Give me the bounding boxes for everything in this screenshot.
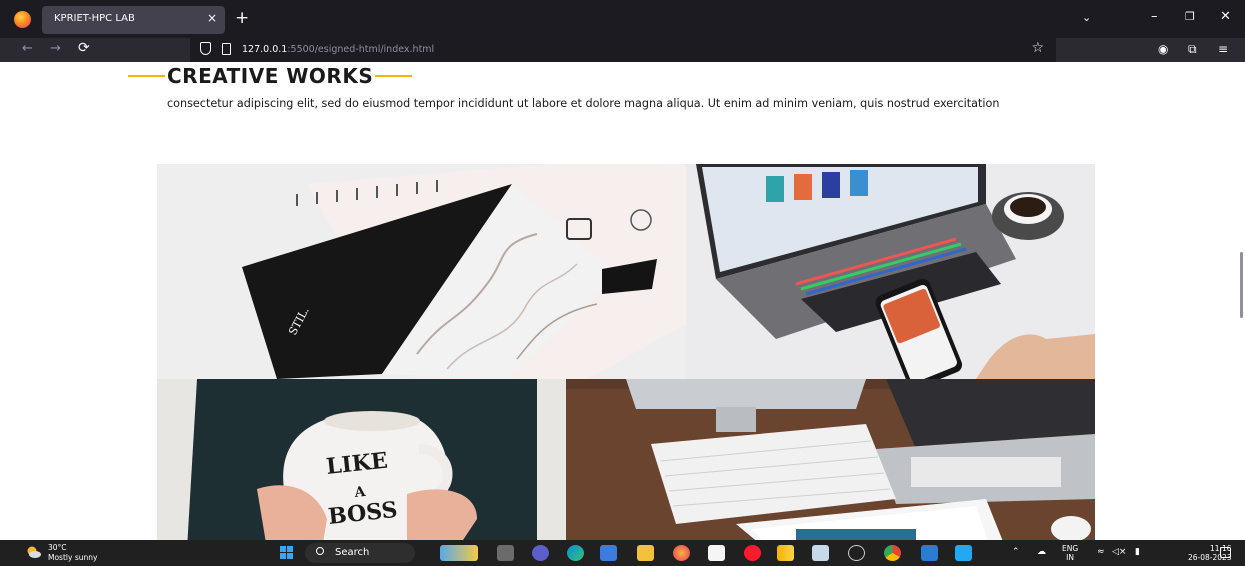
battery-icon[interactable]: ▮ [1135, 547, 1140, 557]
word-icon[interactable] [921, 545, 938, 561]
browser-tab-bar: KPRIET-HPC LAB × + ⌄ – ❐ ✕ [0, 0, 1245, 38]
restore-window-icon[interactable]: ❐ [1185, 10, 1195, 23]
page-scrollbar-thumb[interactable] [1240, 252, 1243, 318]
widgets-news-icon[interactable] [440, 545, 478, 561]
section-heading: CREATIVE WORKS [128, 64, 413, 88]
notification-center-icon[interactable] [1220, 547, 1231, 558]
amazon-icon[interactable] [708, 545, 725, 561]
microsoft-store-icon[interactable] [600, 545, 617, 561]
url-text[interactable]: 127.0.0.1:5500/esigned-html/index.html [242, 44, 434, 55]
forward-arrow-icon[interactable]: → [50, 41, 61, 56]
tab-close-icon[interactable]: × [207, 11, 217, 25]
url-host: 127.0.0.1 [242, 44, 288, 55]
windows-taskbar: 30°C Mostly sunny Search ⌃ ☁ ENG IN ≈ ◁×… [0, 540, 1245, 566]
creative-works-gallery: STIL. LIKE A BOSS [157, 164, 1095, 540]
snipping-tool-icon[interactable] [812, 545, 829, 561]
app-menu-hamburger-icon[interactable]: ≡ [1218, 42, 1228, 56]
gallery-image-mug[interactable]: LIKE A BOSS [157, 379, 566, 540]
pocket-icon[interactable]: ◉ [1158, 42, 1168, 56]
page-viewport: CREATIVE WORKS consectetur adipiscing el… [0, 62, 1245, 540]
section-title: CREATIVE WORKS [167, 64, 374, 88]
search-icon [316, 547, 324, 555]
windows-start-icon[interactable] [280, 546, 294, 560]
tracking-protection-shield-icon[interactable] [200, 42, 211, 55]
firefox-taskbar-icon[interactable] [673, 545, 690, 561]
gallery-image-laptop[interactable] [686, 164, 1095, 379]
search-label: Search [335, 547, 370, 558]
notebook-photo: STIL. [157, 164, 686, 379]
minimize-window-icon[interactable]: – [1151, 9, 1158, 24]
section-intro-text: consectetur adipiscing elit, sed do eius… [167, 97, 1000, 110]
taskbar-search-box[interactable]: Search [305, 543, 415, 563]
browser-tab-active[interactable]: KPRIET-HPC LAB × [42, 6, 225, 34]
task-view-icon[interactable] [497, 545, 514, 561]
list-all-tabs-chevron-icon[interactable]: ⌄ [1082, 11, 1091, 24]
new-tab-button[interactable]: + [235, 8, 249, 28]
desk-photo [566, 379, 1095, 540]
region-code: IN [1066, 553, 1074, 562]
url-path: :5500/esigned-html/index.html [287, 44, 435, 55]
browser-nav-bar: ← → ⟳ 127.0.0.1:5500/esigned-html/index.… [0, 38, 1245, 62]
teams-chat-icon[interactable] [532, 545, 549, 561]
gallery-image-desk[interactable] [566, 379, 1095, 540]
openai-icon[interactable] [848, 545, 865, 561]
page-info-icon[interactable] [222, 43, 231, 55]
input-language-indicator[interactable]: ENG IN [1062, 544, 1078, 562]
volume-muted-icon[interactable]: ◁× [1112, 547, 1126, 557]
vscode-icon[interactable] [955, 545, 972, 561]
bookmark-star-icon[interactable]: ☆ [1031, 40, 1044, 56]
wifi-icon[interactable]: ≈ [1097, 547, 1105, 557]
edge-browser-icon[interactable] [567, 545, 584, 561]
laptop-photo [686, 164, 1095, 379]
file-explorer-icon[interactable] [637, 545, 654, 561]
tab-title: KPRIET-HPC LAB [54, 13, 135, 24]
show-hidden-icons-chevron[interactable]: ⌃ [1012, 547, 1020, 557]
power-bi-icon[interactable] [777, 545, 794, 561]
onedrive-cloud-icon[interactable]: ☁ [1037, 547, 1046, 557]
weather-widget[interactable]: 30°C Mostly sunny [48, 543, 97, 563]
heading-right-rule [375, 75, 413, 77]
reload-icon[interactable]: ⟳ [78, 40, 90, 56]
firefox-logo-icon [14, 11, 31, 28]
close-window-icon[interactable]: ✕ [1220, 9, 1231, 24]
weather-description: Mostly sunny [48, 553, 98, 562]
gallery-image-notebook[interactable]: STIL. [157, 164, 686, 379]
weather-temperature: 30°C [48, 543, 67, 552]
sun-cloud-weather-icon[interactable] [26, 546, 41, 558]
mug-photo: LIKE A BOSS [157, 379, 566, 540]
address-bar[interactable]: 127.0.0.1:5500/esigned-html/index.html ☆ [190, 38, 1056, 62]
extensions-icon[interactable]: ⧉ [1188, 42, 1197, 57]
language-code: ENG [1062, 544, 1079, 553]
opera-icon[interactable] [744, 545, 761, 561]
chrome-icon[interactable] [884, 545, 901, 561]
heading-left-rule [128, 75, 165, 77]
back-arrow-icon[interactable]: ← [22, 41, 33, 56]
